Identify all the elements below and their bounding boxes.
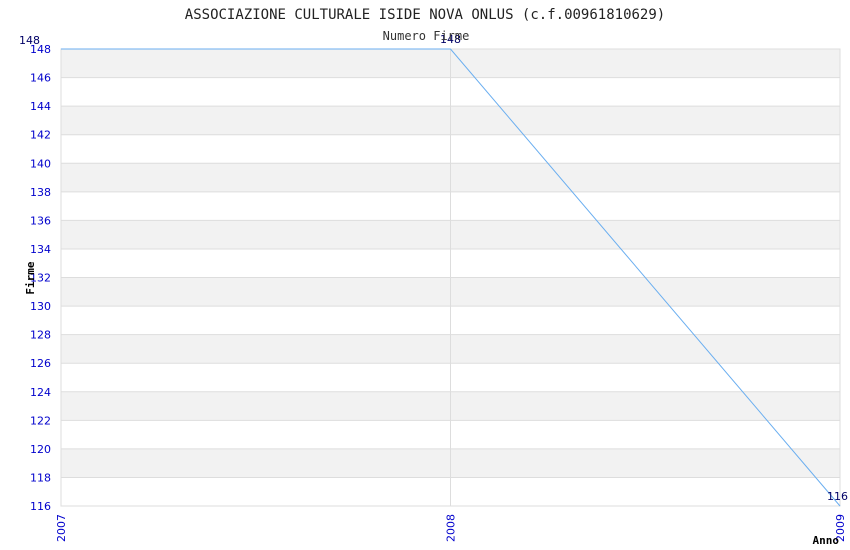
y-tick-label: 126 <box>30 357 51 370</box>
y-tick-label: 118 <box>30 471 51 484</box>
chart-subtitle: Numero Firme <box>383 29 470 43</box>
x-tick-label: 2007 <box>55 514 68 542</box>
data-label: 116 <box>827 490 848 503</box>
y-axis-label: Firme <box>24 261 37 294</box>
y-tick-label: 140 <box>30 157 51 170</box>
x-axis-label: Anno <box>813 534 840 547</box>
y-tick-label: 124 <box>30 386 51 399</box>
y-tick-label: 130 <box>30 300 51 313</box>
chart-title: ASSOCIAZIONE CULTURALE ISIDE NOVA ONLUS … <box>185 7 665 23</box>
x-tick-label: 2008 <box>445 514 458 542</box>
y-tick-label: 128 <box>30 329 51 342</box>
y-tick-label: 120 <box>30 443 51 456</box>
y-tick-label: 144 <box>30 100 51 113</box>
y-tick-label: 116 <box>30 500 51 513</box>
y-tick-label: 136 <box>30 214 51 227</box>
x-tick-labels: 2007 2008 2009 <box>55 514 847 542</box>
y-tick-label: 122 <box>30 414 51 427</box>
line-chart: 1161181201221241261281301321341361381401… <box>19 7 848 547</box>
y-tick-label: 146 <box>30 72 51 85</box>
y-tick-label: 142 <box>30 129 51 142</box>
y-tick-label: 138 <box>30 186 51 199</box>
data-label: 148 <box>19 34 40 47</box>
y-tick-label: 134 <box>30 243 51 256</box>
